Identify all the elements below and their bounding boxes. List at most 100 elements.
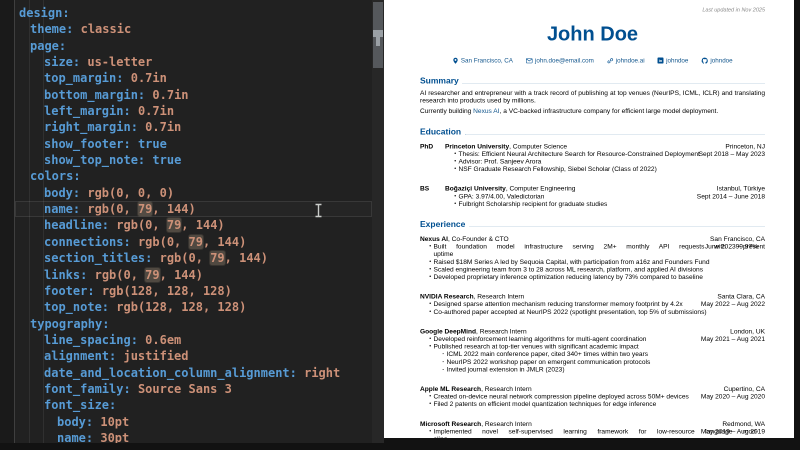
bullet-text: Filed 2 patents on efficient model quant… xyxy=(434,400,759,408)
code-line[interactable]: theme: classic xyxy=(15,21,372,37)
code-line[interactable]: colors: xyxy=(15,168,372,184)
summary-paragraph: Currently building Nexus AI, a VC-backed… xyxy=(420,107,765,115)
code-line[interactable]: alignment: justified xyxy=(15,348,372,364)
yaml-editor-pane[interactable]: design:theme: classicpage:size: us-lette… xyxy=(0,0,384,443)
code-line[interactable]: bottom_margin: 0.7in xyxy=(15,87,372,103)
code-line[interactable]: show_top_note: true xyxy=(15,152,372,168)
section-title-text: Experience xyxy=(420,220,465,230)
contact-linkedin[interactable]: injohndoe xyxy=(658,57,689,64)
bullet-item: •Scaled engineering team from 3 to 28 ac… xyxy=(427,265,758,273)
find-match-highlight: 79 xyxy=(138,202,152,216)
yaml-key: name: xyxy=(57,431,93,443)
yaml-key: section_titles: xyxy=(44,251,152,265)
bullet-item: •Advisor: Prof. Sanjeev Arora xyxy=(452,158,758,166)
entry-location-dates: Princeton, NJSept 2018 – May 2023 xyxy=(655,142,765,157)
yaml-value: 0.7in xyxy=(138,104,174,118)
scrollbar-marker xyxy=(376,37,380,46)
find-match-highlight: 79 xyxy=(167,218,181,232)
find-match-highlight: 79 xyxy=(145,268,159,282)
code-area[interactable]: design:theme: classicpage:size: us-lette… xyxy=(15,5,372,443)
entry-location: Redmond, WA xyxy=(655,420,765,428)
resume-preview-page: Last updated in Nov 2025 John Doe San Fr… xyxy=(384,0,794,438)
yaml-value: justified xyxy=(123,349,188,363)
yaml-key: alignment: xyxy=(44,349,116,363)
contact-row: San Francisco, CA john.doe@email.com johnd… xyxy=(420,57,765,64)
yaml-value: rgb(0, 79, 144) xyxy=(95,268,203,282)
code-line[interactable]: font_size: xyxy=(15,397,372,413)
yaml-key: headline: xyxy=(44,218,109,232)
yaml-key: bottom_margin: xyxy=(44,88,145,102)
study-area: , Computer Science xyxy=(509,142,567,150)
find-match-highlight: 79 xyxy=(210,251,224,265)
contact-github[interactable]: johndoe xyxy=(701,57,732,64)
code-line[interactable]: links: rgb(0, 79, 144) xyxy=(15,267,372,283)
code-line[interactable]: top_margin: 0.7in xyxy=(15,70,372,86)
sub-bullet-list: -ICML 2022 main conference paper, cited … xyxy=(440,350,758,373)
entry-dates: May 2020 – Aug 2020 xyxy=(655,393,765,401)
yaml-value: 30pt xyxy=(100,431,129,443)
bullet-text: NSF Graduate Research Fellowship, Siebel… xyxy=(459,165,759,173)
code-line[interactable]: section_titles: rgb(0, 79, 144) xyxy=(15,250,372,266)
code-line[interactable]: size: us-letter xyxy=(15,54,372,70)
summary-text: Currently building xyxy=(420,107,473,115)
yaml-value: 0.7in xyxy=(131,71,167,85)
role-title: , Research Intern xyxy=(476,327,527,335)
yaml-value: right xyxy=(304,366,340,380)
bullet-text: Co-authored paper accepted at NeurIPS 20… xyxy=(434,308,759,316)
institution-name: Boğaziçi University xyxy=(445,185,506,193)
section-title-education: Education xyxy=(420,127,765,137)
contact-website[interactable]: johndoe.ai xyxy=(607,57,645,64)
contact-text: San Francisco, CA xyxy=(461,57,513,64)
code-line[interactable]: connections: rgb(0, 79, 144) xyxy=(15,234,372,250)
scrollbar-thumb[interactable] xyxy=(373,2,383,68)
company-link[interactable]: Nexus AI xyxy=(473,107,499,115)
resume-name: John Doe xyxy=(420,23,765,45)
role-title: , Co-Founder & CTO xyxy=(448,235,509,243)
code-line[interactable]: body: rgb(0, 0, 0) xyxy=(15,185,372,201)
mouse-ibeam-cursor xyxy=(314,203,323,218)
bullet-item: •Fulbright Scholarship recipient for gra… xyxy=(452,200,758,208)
yaml-value: 10pt xyxy=(100,415,129,429)
company-name: Microsoft Research xyxy=(420,420,481,428)
app-window: design:theme: classicpage:size: us-lette… xyxy=(0,0,800,450)
yaml-key: connections: xyxy=(44,235,131,249)
section-rule xyxy=(469,227,765,228)
scrollbar-marker xyxy=(373,30,383,37)
linkedin-icon: in xyxy=(658,58,664,64)
code-line[interactable]: typography: xyxy=(15,316,372,332)
yaml-value: 0.6em xyxy=(145,333,181,347)
education-entry: Princeton, NJSept 2018 – May 2023PhDPrin… xyxy=(420,142,765,172)
code-line[interactable]: date_and_location_column_alignment: righ… xyxy=(15,365,372,381)
code-line[interactable]: footer: rgb(128, 128, 128) xyxy=(15,283,372,299)
code-line[interactable]: font_family: Source Sans 3 xyxy=(15,381,372,397)
education-entry: Istanbul, TürkiyeSept 2014 – June 2018BS… xyxy=(420,185,765,208)
experience-entry: London, UKMay 2021 – Aug 2021Google Deep… xyxy=(420,327,765,373)
code-line[interactable]: left_margin: 0.7in xyxy=(15,103,372,119)
entry-dates: May 2021 – Aug 2021 xyxy=(655,335,765,343)
company-name: Google DeepMind xyxy=(420,327,476,335)
yaml-key: footer: xyxy=(44,284,95,298)
yaml-key: top_note: xyxy=(44,300,109,314)
code-line[interactable]: headline: rgb(0, 79, 144) xyxy=(15,217,372,233)
yaml-key: line_spacing: xyxy=(44,333,138,347)
yaml-key: links: xyxy=(44,268,87,282)
editor-scrollbar[interactable] xyxy=(372,0,384,443)
degree-label: BS xyxy=(420,185,429,193)
code-line[interactable]: line_spacing: 0.6em xyxy=(15,332,372,348)
editor-gutter xyxy=(0,0,15,443)
code-line[interactable]: right_margin: 0.7in xyxy=(15,119,372,135)
bullet-text: NeurIPS 2022 workshop paper on emergent … xyxy=(447,358,759,366)
code-line[interactable]: name: 30pt xyxy=(15,430,372,443)
entry-location: Cupertino, CA xyxy=(655,385,765,393)
contact-email[interactable]: john.doe@email.com xyxy=(526,57,594,64)
code-line[interactable]: top_note: rgb(128, 128, 128) xyxy=(15,299,372,315)
code-line[interactable]: body: 10pt xyxy=(15,414,372,430)
bullet-line: eling xyxy=(434,435,759,438)
contact-text: johndoe.ai xyxy=(616,57,645,64)
bullet-item: -Invited journal extension in JMLR (2023… xyxy=(440,365,758,373)
last-updated-note: Last updated in Nov 2025 xyxy=(420,7,765,13)
code-line[interactable]: page: xyxy=(15,38,372,54)
code-line[interactable]: show_footer: true xyxy=(15,136,372,152)
entry-location: Princeton, NJ xyxy=(655,142,765,150)
code-line[interactable]: design: xyxy=(15,5,372,21)
